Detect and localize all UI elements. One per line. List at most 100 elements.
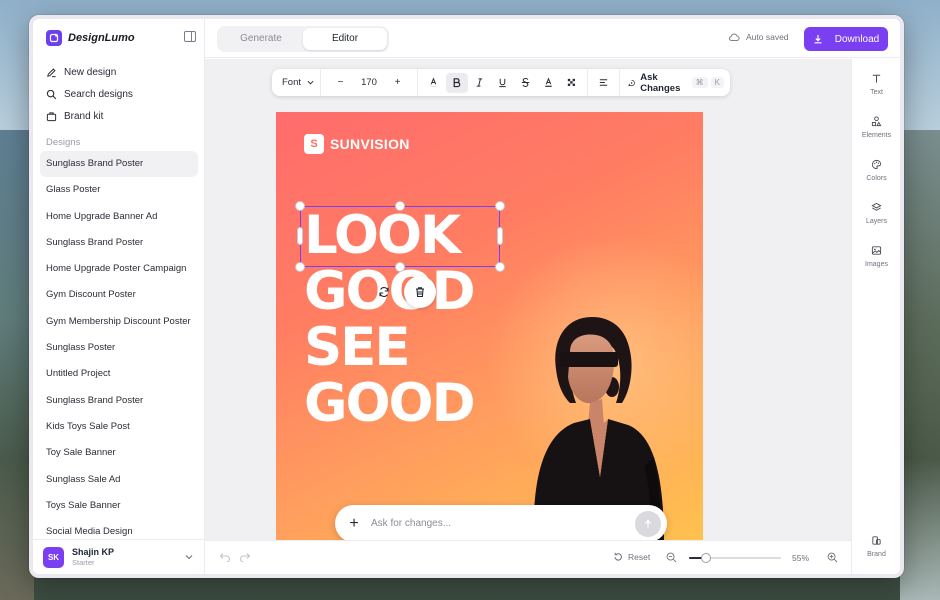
refresh-icon xyxy=(379,287,389,297)
resize-handle[interactable] xyxy=(495,201,505,211)
cloud-icon xyxy=(729,33,740,41)
resize-handle[interactable] xyxy=(497,227,503,245)
text-toolbar: Font − 170 + Ask Changes ⌘ K xyxy=(272,69,730,96)
text-color-button[interactable] xyxy=(423,73,445,93)
zoom-slider[interactable] xyxy=(689,553,781,563)
design-item[interactable]: Sunglass Poster xyxy=(40,335,198,361)
undo-icon[interactable] xyxy=(219,552,231,562)
right-rail: Text Elements Colors Layers Images Brand xyxy=(851,59,900,574)
rail-elements[interactable]: Elements xyxy=(852,116,900,139)
design-item[interactable]: Sunglass Sale Ad xyxy=(40,467,198,493)
transparency-icon xyxy=(567,78,575,86)
layers-icon xyxy=(871,202,882,211)
rail-images[interactable]: Images xyxy=(852,245,900,268)
decrease-size-button[interactable]: − xyxy=(330,73,352,93)
shortcut-cmd: ⌘ xyxy=(691,77,708,88)
design-item[interactable]: Gym Discount Poster xyxy=(40,282,198,308)
strikethrough-button[interactable] xyxy=(515,73,537,93)
rail-text[interactable]: Text xyxy=(852,73,900,96)
tab-generate[interactable]: Generate xyxy=(219,28,303,50)
nav-label: Search designs xyxy=(64,88,133,100)
font-dropdown-label: Font xyxy=(282,77,302,88)
zoom-in-icon[interactable] xyxy=(827,552,838,563)
designs-section-label: Designs xyxy=(46,137,81,148)
italic-button[interactable] xyxy=(469,73,491,93)
sidebar-toggle-icon[interactable] xyxy=(184,31,196,42)
underline-icon xyxy=(499,78,506,88)
reset-label: Reset xyxy=(628,552,651,562)
zoom-value: 55% xyxy=(792,553,810,563)
font-size-value[interactable]: 170 xyxy=(352,77,386,88)
design-item[interactable]: Glass Poster xyxy=(40,177,198,203)
design-item[interactable]: Sunglass Brand Poster xyxy=(40,151,198,178)
delete-button[interactable] xyxy=(404,276,436,308)
design-item[interactable]: Sunglass Brand Poster xyxy=(40,388,198,414)
sidebar-nav: New design Search designs Brand kit xyxy=(46,61,196,127)
bold-button[interactable] xyxy=(445,72,468,93)
align-group xyxy=(588,69,621,96)
redo-icon[interactable] xyxy=(239,552,251,562)
resize-handle[interactable] xyxy=(297,227,303,245)
tab-editor[interactable]: Editor xyxy=(303,28,387,50)
italic-icon xyxy=(476,78,483,87)
edit-icon xyxy=(47,67,56,77)
zoom-slider-thumb[interactable] xyxy=(700,553,711,563)
search-icon xyxy=(46,89,57,99)
download-icon xyxy=(814,35,822,44)
design-item[interactable]: Toy Sale Banner xyxy=(40,440,198,466)
nav-new-design[interactable]: New design xyxy=(46,61,196,83)
rail-colors[interactable]: Colors xyxy=(852,159,900,182)
design-item[interactable]: Untitled Project xyxy=(40,361,198,387)
nav-search-designs[interactable]: Search designs xyxy=(46,83,196,105)
avatar: SK xyxy=(43,546,64,568)
highlight-button[interactable] xyxy=(538,73,560,93)
resize-handle[interactable] xyxy=(295,201,305,211)
design-item[interactable]: Toys Sale Banner xyxy=(40,493,198,519)
palette-icon xyxy=(871,159,882,170)
reset-button[interactable]: Reset xyxy=(613,552,650,562)
download-button[interactable]: Download xyxy=(804,27,888,51)
chevron-down-icon[interactable] xyxy=(185,553,193,561)
text-selection-box[interactable] xyxy=(295,201,505,272)
design-item[interactable]: Gym Membership Discount Poster xyxy=(40,309,198,335)
user-account-row[interactable]: SK Shajin KP Starter xyxy=(33,539,205,574)
headline-line: SEE xyxy=(304,317,411,378)
resize-handle[interactable] xyxy=(495,262,505,272)
nav-brand-kit[interactable]: Brand kit xyxy=(46,105,196,127)
resize-handle[interactable] xyxy=(295,262,305,272)
zoom-out-icon[interactable] xyxy=(666,552,677,563)
poster-brand[interactable]: S SUNVISION xyxy=(304,134,410,154)
resize-handle[interactable] xyxy=(395,201,405,211)
increase-size-button[interactable]: + xyxy=(387,73,409,93)
rail-brand[interactable]: Brand xyxy=(852,535,900,558)
poster-canvas[interactable]: S SUNVISION LOOK GOOD SEE GOOD xyxy=(276,112,703,540)
send-button[interactable] xyxy=(635,510,661,537)
design-item[interactable]: Home Upgrade Poster Campaign xyxy=(40,256,198,282)
brand-kit-icon xyxy=(46,111,57,121)
sidebar: DesignLumo New design Search designs Bra… xyxy=(33,19,205,574)
format-group xyxy=(418,69,589,96)
design-item[interactable]: Sunglass Brand Poster xyxy=(40,230,198,256)
mode-switch: Generate Editor xyxy=(217,26,389,52)
resize-handle[interactable] xyxy=(395,262,405,272)
ask-changes-button[interactable]: Ask Changes ⌘ K xyxy=(620,72,724,94)
image-icon xyxy=(871,246,882,255)
underline-button[interactable] xyxy=(492,73,514,93)
app-logo-icon xyxy=(46,30,62,46)
design-item[interactable]: Kids Toys Sale Post xyxy=(40,414,198,440)
text-icon xyxy=(872,74,881,83)
transparency-button[interactable] xyxy=(561,73,583,93)
bottombar: Reset 55% xyxy=(205,540,851,574)
sparkle-chat-icon xyxy=(628,79,635,86)
design-item[interactable]: Home Upgrade Banner Ad xyxy=(40,204,198,230)
align-left-icon xyxy=(599,79,608,86)
add-attachment-button[interactable]: + xyxy=(347,515,361,533)
font-dropdown[interactable]: Font xyxy=(278,69,322,96)
rail-layers[interactable]: Layers xyxy=(852,202,900,225)
prompt-input[interactable] xyxy=(371,518,635,529)
regenerate-button[interactable] xyxy=(368,276,400,308)
chevron-down-icon xyxy=(307,80,314,85)
align-button[interactable] xyxy=(593,73,615,93)
brand-row: DesignLumo xyxy=(46,28,196,48)
nav-label: Brand kit xyxy=(64,110,104,122)
